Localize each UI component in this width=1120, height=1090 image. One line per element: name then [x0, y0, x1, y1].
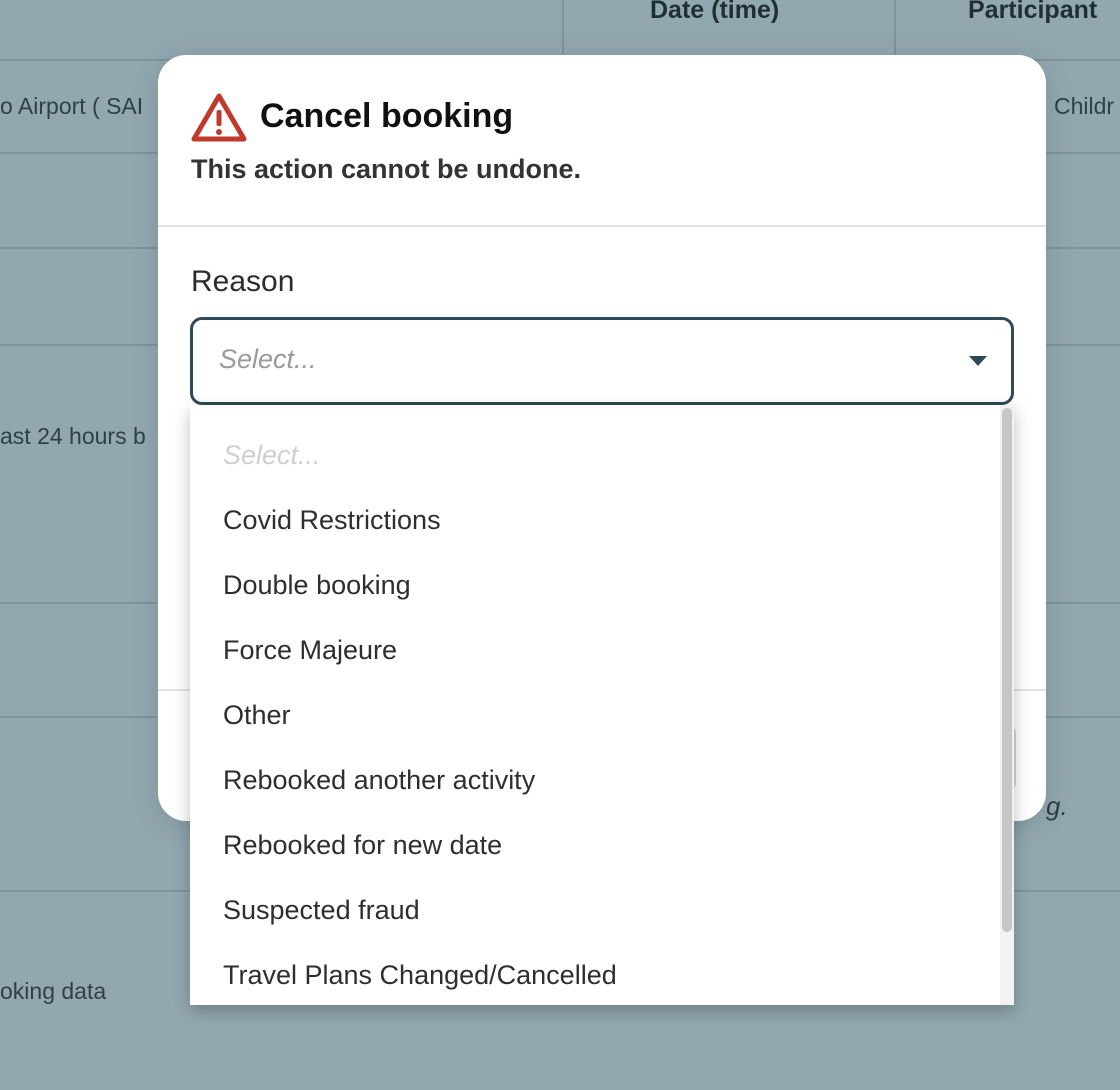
- dropdown-option-placeholder[interactable]: Select...: [223, 435, 321, 475]
- cell-note: g.: [1046, 791, 1068, 821]
- dropdown-option[interactable]: Other: [223, 695, 291, 735]
- dialog-subtitle: This action cannot be undone.: [191, 154, 582, 184]
- column-divider: [894, 0, 896, 58]
- chevron-down-icon: [969, 356, 987, 366]
- reason-label: Reason: [191, 265, 295, 298]
- column-header-participants: Participant: [968, 0, 1098, 24]
- column-header-date: Date (time): [650, 0, 780, 24]
- column-divider: [562, 0, 564, 58]
- dropdown-option[interactable]: Rebooked for new date: [223, 825, 502, 865]
- dropdown-option[interactable]: Travel Plans Changed/Cancelled: [223, 955, 617, 995]
- dropdown-option[interactable]: Rebooked another activity: [223, 760, 535, 800]
- cell-policy-text: ast 24 hours b: [0, 423, 146, 449]
- dialog-header: Cancel booking This action cannot be und…: [158, 55, 1046, 225]
- reason-select[interactable]: Select...: [190, 317, 1014, 405]
- warning-triangle-icon: [191, 93, 247, 142]
- reason-select-placeholder: Select...: [219, 344, 317, 374]
- header-divider: [158, 225, 1046, 227]
- cell-booking-data: oking data: [0, 978, 107, 1004]
- reason-dropdown-list: Select... Covid Restrictions Double book…: [190, 405, 1014, 1005]
- dropdown-option[interactable]: Force Majeure: [223, 630, 397, 670]
- dropdown-scrollbar[interactable]: [1000, 405, 1014, 1005]
- cell-location: o Airport ( SAI: [0, 93, 144, 119]
- dialog-title: Cancel booking: [260, 97, 514, 135]
- dropdown-option[interactable]: Double booking: [223, 565, 411, 605]
- cell-participants: Childr: [1054, 93, 1115, 119]
- dropdown-scrollbar-thumb[interactable]: [1002, 408, 1012, 932]
- dropdown-option[interactable]: Covid Restrictions: [223, 500, 441, 540]
- dropdown-option[interactable]: Suspected fraud: [223, 890, 420, 930]
